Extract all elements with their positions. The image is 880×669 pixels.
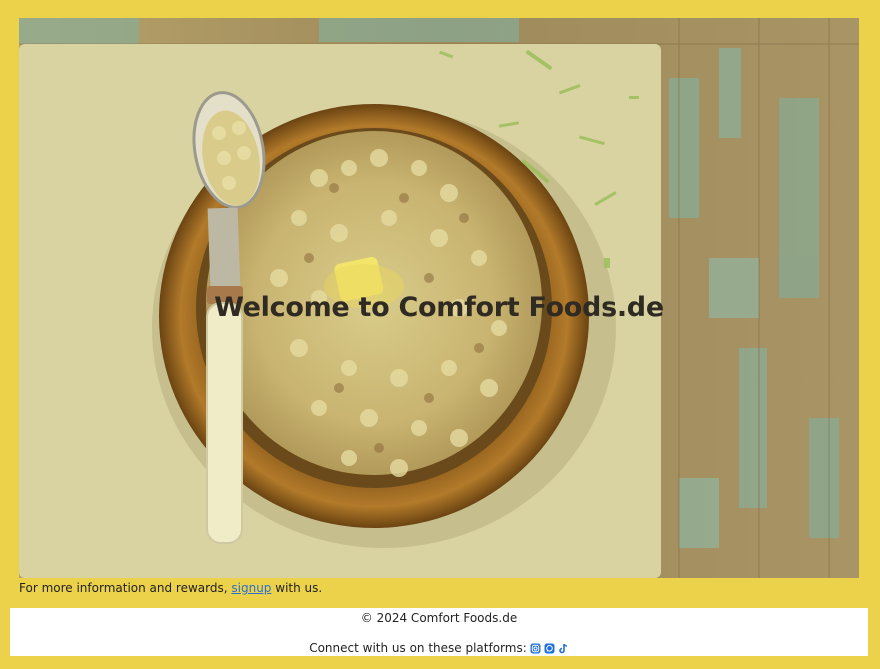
connect-text: Connect with us on these platforms: — [309, 641, 527, 655]
social-connect: Connect with us on these platforms: — [10, 641, 868, 655]
rewards-info-text: For more information and rewards, signup… — [19, 580, 322, 596]
hero-banner: Welcome to Comfort Foods.de — [19, 18, 859, 578]
signup-link[interactable]: signup — [231, 581, 271, 595]
tiktok-icon[interactable] — [558, 643, 569, 654]
rewards-info-prefix: For more information and rewards, — [19, 581, 228, 595]
top-edge-mark — [760, 0, 768, 3]
hero-title: Welcome to Comfort Foods.de — [214, 292, 664, 323]
site-footer: © 2024 Comfort Foods.de Connect with us … — [10, 608, 868, 656]
rewards-info-suffix: with us. — [275, 581, 323, 595]
whatsapp-icon[interactable] — [544, 643, 555, 654]
copyright-text: © 2024 Comfort Foods.de — [360, 611, 518, 625]
instagram-icon[interactable] — [530, 643, 541, 654]
